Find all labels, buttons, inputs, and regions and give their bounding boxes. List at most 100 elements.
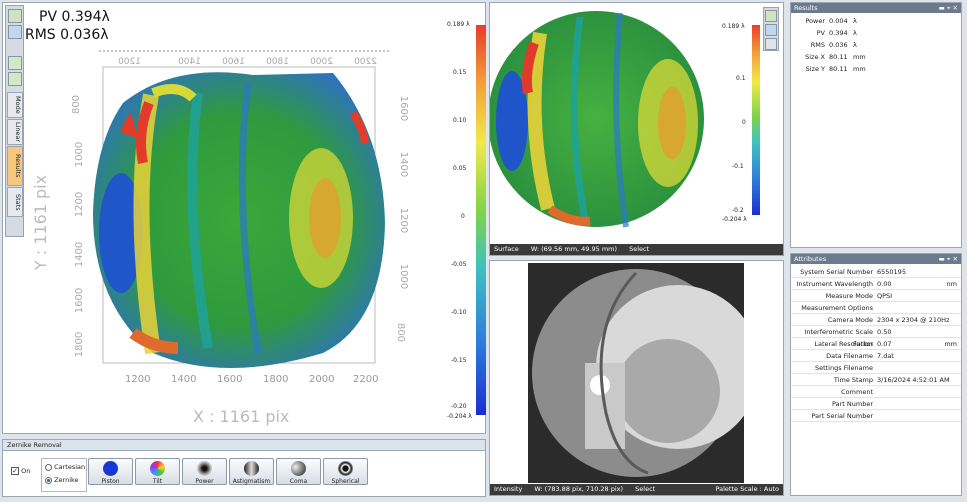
tab-stats[interactable]: Stats <box>7 187 23 217</box>
intensity-status-bar: Intensity W: (783.88 pix, 710.28 pix) Se… <box>490 484 783 495</box>
surface-status-action: Select <box>629 245 650 253</box>
surface-scale-ticks: 0.189 λ 0.1 0 -0.1 -0.2 -0.204 λ <box>722 23 752 223</box>
results-unit: λ <box>853 41 857 49</box>
results-label: RMS <box>810 41 825 49</box>
view-toolstrip: Mode Linear Results Stats <box>5 5 24 237</box>
surface-lock-icon[interactable] <box>765 38 777 50</box>
scale-tick: -0.05 <box>451 261 467 268</box>
attributes-window-controls[interactable]: ▬ ⌖ ✕ <box>939 254 958 264</box>
attributes-value: QPSI <box>877 292 893 300</box>
top-tick-label: 2200 <box>354 57 377 67</box>
attributes-label: Settings Filename <box>814 364 873 372</box>
color-scale-ticks: 0.189 λ 0.15 0.10 0.05 0 -0.05 -0.10 -0.… <box>447 21 477 421</box>
attributes-row: Data Filename 7.dat <box>791 350 961 362</box>
intensity-status-action: Select <box>635 485 656 493</box>
x-axis-label: X : 1161 pix <box>193 407 290 426</box>
piston-button[interactable]: Piston <box>88 458 133 485</box>
spherical-label: Spherical <box>331 478 360 485</box>
attributes-title-bar: Attributes ▬ ⌖ ✕ <box>791 254 961 264</box>
pv-readout: PV 0.394λ <box>39 9 110 25</box>
bottom-tick-label: 1400 <box>171 374 197 385</box>
attributes-row: Measure Mode QPSI <box>791 290 961 302</box>
attributes-label: Lateral Resolution <box>814 340 873 348</box>
piston-icon <box>103 461 118 476</box>
attributes-row: Settings Filename <box>791 362 961 374</box>
spherical-button[interactable]: Spherical <box>323 458 368 485</box>
attributes-label: Camera Mode <box>827 316 873 324</box>
radio-zernike[interactable]: Zernike <box>45 476 79 484</box>
coma-icon <box>291 461 306 476</box>
attributes-row: System Serial Number 6550195 <box>791 266 961 278</box>
palette-scale-readout: Palette Scale : Auto <box>715 485 779 493</box>
scale-tick: 0.15 <box>453 69 467 76</box>
surface-status-coords: W: (69.56 mm, 49.95 mm) <box>530 245 618 253</box>
attributes-label: Part Serial Number <box>811 412 873 420</box>
left-tick-label: 1600 <box>74 287 86 314</box>
attributes-value: 7.dat <box>877 352 894 360</box>
zernike-title-bar: Zernike Removal <box>3 440 485 451</box>
power-label: Power <box>195 478 214 485</box>
attributes-value: 0.00 <box>877 280 892 288</box>
surface-color-scale-bar <box>752 25 760 215</box>
intensity-image[interactable] <box>528 263 760 483</box>
piston-label: Piston <box>101 478 120 485</box>
power-button[interactable]: Power <box>182 458 227 485</box>
results-row: PV 0.394 λ <box>791 27 961 39</box>
top-tick-label: 2000 <box>310 57 333 67</box>
scale-tick: 0.189 λ <box>447 21 470 28</box>
attributes-row: Part Serial Number <box>791 410 961 422</box>
left-tick-label: 1200 <box>74 191 86 218</box>
astigmatism-button[interactable]: Astigmatism <box>229 458 274 485</box>
coma-button[interactable]: Coma <box>276 458 321 485</box>
astigmatism-icon <box>244 461 259 476</box>
left-tick-labels: 800 1000 1200 1400 1600 1800 <box>67 95 86 359</box>
radio-cartesian-dot[interactable] <box>45 463 52 471</box>
zernike-on-checkbox[interactable]: ✓ <box>11 467 19 475</box>
results-value: 80.11 <box>829 65 848 73</box>
tab-results[interactable]: Results <box>7 146 23 186</box>
top-tick-label: 1400 <box>178 57 201 67</box>
surface-scale-tick: -0.204 λ <box>722 216 747 223</box>
attributes-label: Part Number <box>831 400 873 408</box>
view-2d-icon[interactable] <box>8 25 22 39</box>
zernike-title: Zernike Removal <box>7 441 62 449</box>
surface-2d-view[interactable]: 0.189 λ 0.1 0 -0.1 -0.2 -0.204 λ Surface… <box>489 2 784 256</box>
tilt-button[interactable]: Tilt <box>135 458 180 485</box>
surface-3d-icon[interactable] <box>765 10 777 22</box>
surface-2d-icon[interactable] <box>765 24 777 36</box>
results-unit: mm <box>853 65 866 73</box>
surface-scale-tick: -0.1 <box>732 163 744 170</box>
layout-icon[interactable] <box>8 72 22 86</box>
attributes-row: Part Number <box>791 398 961 410</box>
surface-2d-plot[interactable] <box>490 3 750 233</box>
left-tick-label: 1400 <box>74 241 86 268</box>
scale-tick: 0 <box>461 213 465 220</box>
results-panel: Results ▬ ⌖ ✕ Power 0.004 λ PV 0.394 λ R… <box>790 2 962 248</box>
results-row: Power 0.004 λ <box>791 15 961 27</box>
surface-toolstrip <box>763 7 779 51</box>
results-title: Results <box>794 4 818 12</box>
surface-scale-tick: 0.1 <box>736 75 746 82</box>
right-tick-label: 1000 <box>398 263 410 290</box>
zernike-on-toggle[interactable]: ✓ On <box>11 467 30 475</box>
bottom-tick-label: 1600 <box>217 374 243 385</box>
results-value: 0.036 <box>829 41 848 49</box>
scale-tick: 0.10 <box>453 117 467 124</box>
surface-status-bar: Surface W: (69.56 mm, 49.95 mm) Select <box>490 244 783 255</box>
bottom-tick-label: 2000 <box>309 374 335 385</box>
intensity-picture <box>532 269 760 477</box>
intensity-view[interactable]: Intensity W: (783.88 pix, 710.28 pix) Se… <box>489 260 784 496</box>
color-scale-bar <box>476 25 486 415</box>
intensity-status-coords: W: (783.88 pix, 710.28 pix) <box>534 485 624 493</box>
tab-linear[interactable]: Linear <box>7 119 23 145</box>
results-window-controls[interactable]: ▬ ⌖ ✕ <box>939 3 958 13</box>
attributes-value: 0.07 <box>877 340 892 348</box>
attributes-value: 6550195 <box>877 268 906 276</box>
radio-zernike-dot[interactable] <box>45 476 52 484</box>
view-3d-icon[interactable] <box>8 9 22 23</box>
surface-3d-view[interactable]: PV 0.394λ RMS 0.036λ 2200 2000 1800 1600… <box>2 2 486 434</box>
tab-mode[interactable]: Mode <box>7 92 23 118</box>
grid-icon[interactable] <box>8 56 22 70</box>
zernike-on-label: On <box>21 467 31 475</box>
radio-cartesian[interactable]: Cartesian <box>45 463 85 471</box>
